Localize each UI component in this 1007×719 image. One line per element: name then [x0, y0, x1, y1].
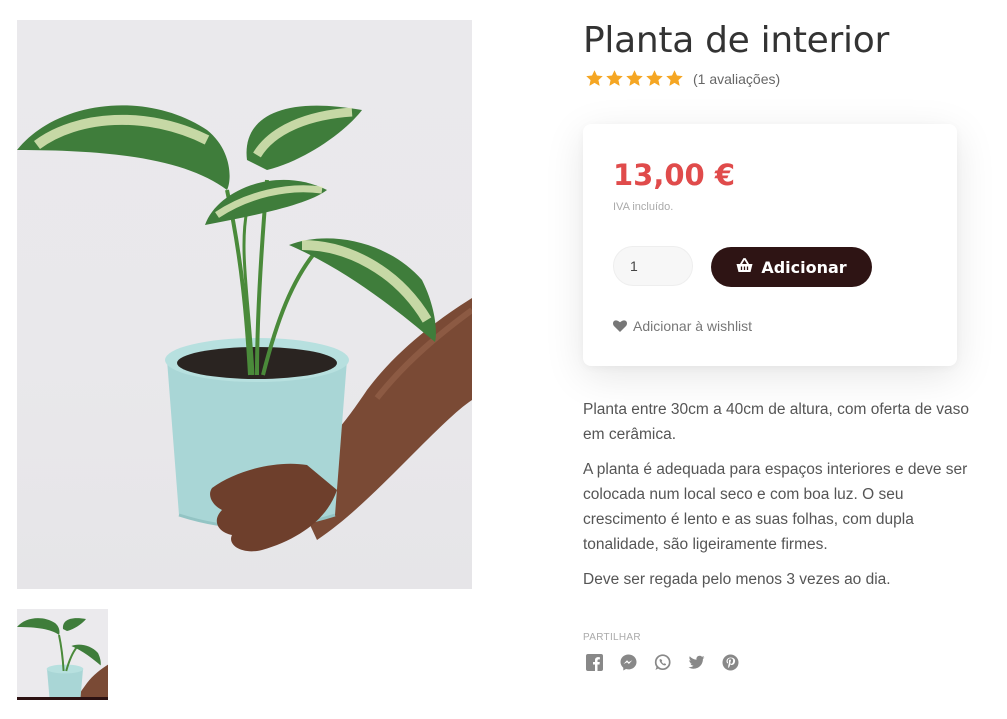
add-to-cart-label: Adicionar — [761, 257, 847, 277]
quantity-input[interactable]: 1 — [613, 246, 693, 286]
share-icons — [586, 654, 739, 671]
wishlist-label: Adicionar à wishlist — [633, 318, 753, 334]
review-count-link[interactable]: (1 avaliações) — [693, 71, 780, 87]
product-rating[interactable]: (1 avaliações) — [585, 69, 780, 88]
facebook-icon[interactable] — [586, 654, 603, 671]
product-main-image[interactable] — [17, 20, 472, 589]
star-icon — [606, 70, 623, 86]
add-to-cart-button[interactable]: Adicionar — [711, 247, 872, 287]
rating-stars — [585, 69, 684, 88]
basket-icon — [736, 257, 753, 277]
product-price: 13,00 € — [613, 158, 736, 192]
heart-icon — [613, 320, 627, 332]
twitter-icon[interactable] — [688, 654, 705, 671]
star-icon — [626, 70, 643, 86]
product-description: Planta entre 30cm a 40cm de altura, com … — [583, 397, 973, 602]
buy-box: 13,00 € IVA incluído. 1 Adicionar Adicio… — [583, 124, 957, 366]
description-paragraph: A planta é adequada para espaços interio… — [583, 461, 968, 553]
star-icon — [586, 70, 603, 86]
star-icon — [666, 70, 683, 86]
product-thumbnail[interactable] — [17, 609, 108, 700]
star-icon — [646, 70, 663, 86]
description-paragraph: Deve ser regada pelo menos 3 vezes ao di… — [583, 571, 891, 588]
pinterest-icon[interactable] — [722, 654, 739, 671]
vat-note: IVA incluído. — [613, 201, 674, 213]
add-to-wishlist-link[interactable]: Adicionar à wishlist — [613, 318, 752, 334]
messenger-icon[interactable] — [620, 654, 637, 671]
product-title: Planta de interior — [583, 20, 889, 61]
whatsapp-icon[interactable] — [654, 654, 671, 671]
product-page: Planta de interior (1 avaliações) 13,00 … — [0, 0, 1007, 719]
share-label: PARTILHAR — [583, 632, 641, 643]
description-paragraph: Planta entre 30cm a 40cm de altura, com … — [583, 401, 969, 443]
